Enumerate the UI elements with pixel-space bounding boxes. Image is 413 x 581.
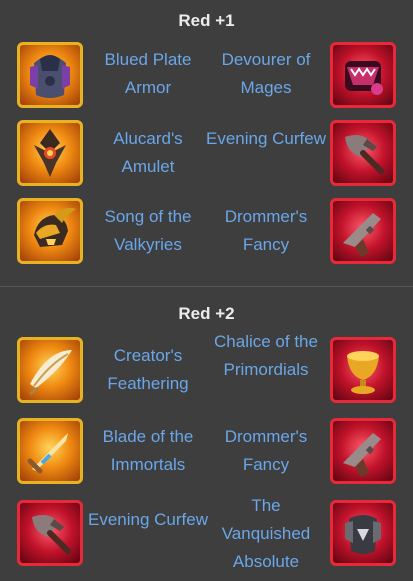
item-name-right[interactable]: Evening Curfew xyxy=(206,125,326,153)
item-name-left[interactable]: Blade of the Immortals xyxy=(88,423,208,479)
sword-icon[interactable] xyxy=(17,418,83,484)
item-name-left[interactable]: Evening Curfew xyxy=(88,506,208,534)
item-row: Alucard's Amulet Evening Curfew xyxy=(0,119,413,189)
item-name-right[interactable]: The Vanquished Absolute xyxy=(206,492,326,576)
feather-wing-icon[interactable] xyxy=(17,337,83,403)
pistol-icon[interactable] xyxy=(330,198,396,264)
item-row: Blade of the Immortals Drommer's Fancy xyxy=(0,417,413,487)
axe-icon[interactable] xyxy=(17,500,83,566)
item-name-right[interactable]: Drommer's Fancy xyxy=(206,423,326,479)
item-name-right[interactable]: Chalice of the Primordials xyxy=(206,328,326,384)
chalice-icon[interactable] xyxy=(330,337,396,403)
item-row: Song of the Valkyries Drommer's Fancy xyxy=(0,197,413,267)
axe-icon[interactable] xyxy=(330,120,396,186)
pistol-icon[interactable] xyxy=(330,418,396,484)
amulet-icon[interactable] xyxy=(17,120,83,186)
item-name-right[interactable]: Drommer's Fancy xyxy=(206,203,326,259)
winged-helm-icon[interactable] xyxy=(17,198,83,264)
item-name-left[interactable]: Blued Plate Armor xyxy=(88,46,208,102)
item-name-left[interactable]: Song of the Valkyries xyxy=(88,203,208,259)
dark-armor-icon[interactable] xyxy=(330,500,396,566)
section-title: Red +1 xyxy=(178,11,235,30)
item-name-left[interactable]: Creator's Feathering xyxy=(88,342,208,398)
section-title: Red +2 xyxy=(178,304,235,323)
section-red-plus-1: Red +1 Blued Plate Armor Devourer of Mag… xyxy=(0,0,413,286)
item-row: Blued Plate Armor Devourer of Mages xyxy=(0,41,413,111)
item-row: Evening Curfew The Vanquished Absolute xyxy=(0,496,413,571)
item-name-left[interactable]: Alucard's Amulet xyxy=(88,125,208,181)
devourer-icon[interactable] xyxy=(330,42,396,108)
section-red-plus-2: Red +2 Creator's Feathering Chalice of t… xyxy=(0,287,413,581)
item-row: Creator's Feathering Chalice of the Prim… xyxy=(0,332,413,406)
plate-armor-icon[interactable] xyxy=(17,42,83,108)
item-name-right[interactable]: Devourer of Mages xyxy=(206,46,326,102)
